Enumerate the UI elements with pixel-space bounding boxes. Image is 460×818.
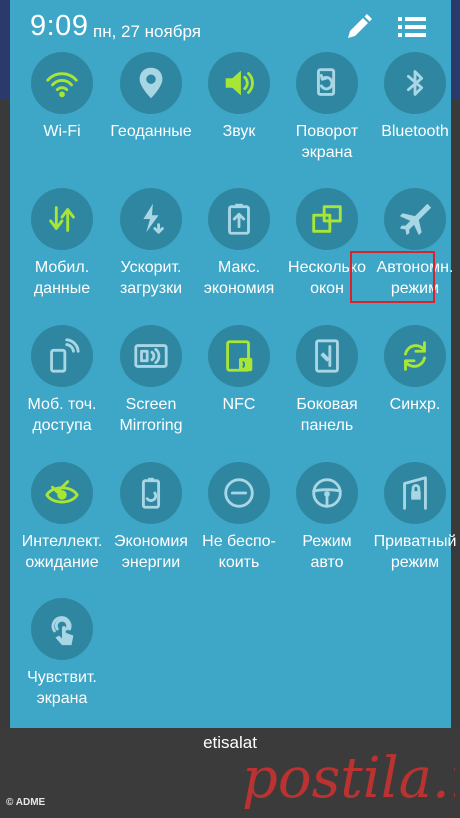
tile-label: Макс. экономия [203,259,275,297]
car-mode-icon [312,478,342,508]
date-text: пн, 27 ноября [93,22,201,41]
tile-button[interactable] [208,462,270,524]
bluetooth-icon [406,70,424,96]
tile-location-pin[interactable]: Геоданные [107,52,195,142]
tile-nfc[interactable]: NFC [195,325,283,415]
tile-car-mode[interactable]: Режим авто [283,462,371,573]
tile-label: Ускорит. загрузки [119,259,183,297]
tile-do-not-disturb[interactable]: Не беспо- коить [195,462,283,573]
tile-button[interactable] [296,325,358,387]
smart-stay-icon [45,480,79,504]
location-pin-icon [139,67,163,99]
tile-download-booster[interactable]: Ускорит. загрузки [107,188,195,299]
tile-label: Поворот экрана [295,123,359,161]
tile-touch-sensitivity[interactable]: Чувствит. экрана [18,598,106,709]
tile-smart-stay[interactable]: Интеллект. ожидание [18,462,106,573]
watermark-logo: postila.ru [242,746,455,811]
highlight-box [350,251,435,303]
rotate-screen-icon [317,68,336,96]
tile-label: Wi-Fi [43,123,81,140]
wifi-icon [46,72,78,98]
tile-edge-panel[interactable]: Боковая панель [283,325,371,436]
tile-button[interactable] [384,52,446,114]
clock-time: 9:09 [30,10,89,42]
tile-label: Не беспо- коить [202,533,276,571]
tile-button[interactable] [296,462,358,524]
tile-label: Screen Mirroring [119,396,183,434]
tile-label: Чувствит. экрана [27,669,97,707]
tile-bluetooth[interactable]: Bluetooth [371,52,459,142]
screen-mirroring-icon [134,344,168,368]
tile-label: Синхр. [389,396,441,413]
do-not-disturb-icon [224,478,254,508]
tile-label: Боковая панель [296,396,358,434]
tile-button[interactable] [31,462,93,524]
tile-sync[interactable]: Синхр. [371,325,459,415]
tile-button[interactable] [296,188,358,250]
tile-button[interactable] [384,325,446,387]
tile-power-saving[interactable]: Экономия энергии [107,462,195,573]
tile-private-mode[interactable]: Приватный режим [371,462,459,573]
tile-button[interactable] [31,325,93,387]
list-icon[interactable] [396,12,428,42]
nfc-icon [226,340,253,372]
quick-settings-panel: 9:09 пн, 27 ноября Wi-Fi Геоданные Звук Пов… [10,0,456,728]
tile-label: Моб. точ. доступа [27,396,97,434]
touch-sensitivity-icon [51,616,74,646]
tile-label: Мобил. данные [33,259,91,297]
tile-button[interactable] [31,52,93,114]
tile-button[interactable] [208,325,270,387]
power-saving-icon [141,477,161,509]
tile-button[interactable] [31,598,93,660]
multi-window-icon [312,205,342,233]
tile-label: Приватный режим [373,533,457,571]
credit-text: © ADME [6,797,46,808]
tile-label: Звук [222,123,256,140]
mobile-data-icon [49,206,75,232]
tile-label: Интеллект. ожидание [21,533,103,571]
edit-icon[interactable] [344,12,374,42]
edge-panel-icon [315,339,339,373]
download-booster-icon [143,203,164,234]
tile-button[interactable] [120,325,182,387]
tile-button[interactable] [120,462,182,524]
tile-button[interactable] [208,188,270,250]
status-bar: 9:09 пн, 27 ноября [10,0,451,58]
tile-wifi[interactable]: Wi-Fi [18,52,106,142]
ultra-power-saving-icon [228,203,250,235]
tile-button[interactable] [208,52,270,114]
tile-label: NFC [222,396,256,413]
tile-ultra-power-saving[interactable]: Макс. экономия [195,188,283,299]
tile-speaker[interactable]: Звук [195,52,283,142]
tile-button[interactable] [120,52,182,114]
tile-button[interactable] [31,188,93,250]
tile-screen-mirroring[interactable]: Screen Mirroring [107,325,195,436]
tile-button[interactable] [384,462,446,524]
tile-button[interactable] [296,52,358,114]
tile-label: Экономия энергии [114,533,188,571]
tile-button[interactable] [120,188,182,250]
private-mode-icon [403,476,427,510]
tile-label: Bluetooth [381,123,449,140]
tile-rotate-screen[interactable]: Поворот экрана [283,52,371,163]
speaker-icon [225,70,254,96]
airplane-icon [399,203,432,236]
watermark-text: postila.ru [242,746,455,811]
tile-mobile-data[interactable]: Мобил. данные [18,188,106,299]
tile-label: Режим авто [302,533,352,571]
tile-hotspot[interactable]: Моб. точ. доступа [18,325,106,436]
hotspot-icon [50,338,80,373]
tile-button[interactable] [384,188,446,250]
tile-label: Геоданные [110,123,192,140]
sync-icon [404,341,426,371]
